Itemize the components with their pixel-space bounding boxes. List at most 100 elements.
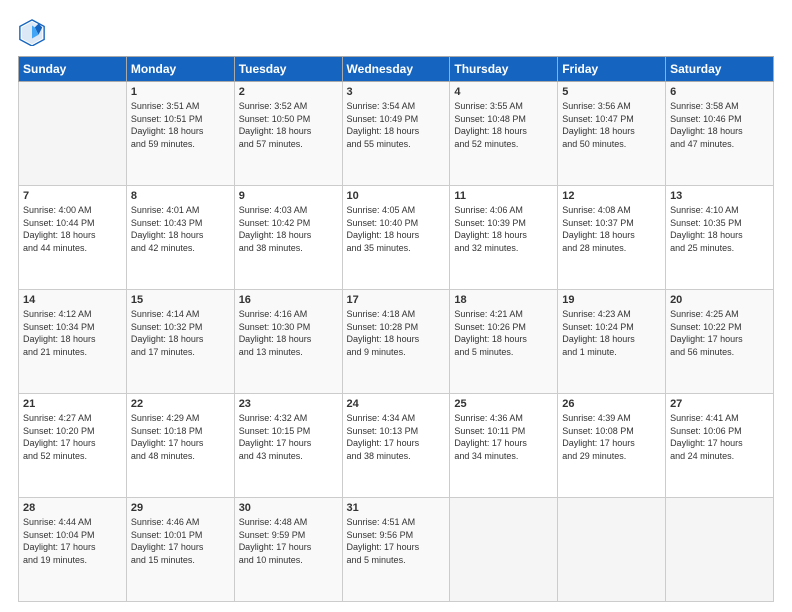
day-number: 23 bbox=[239, 398, 338, 410]
day-number: 21 bbox=[23, 398, 122, 410]
calendar-cell: 29 Sunrise: 4:46 AM Sunset: 10:01 PM Dayl… bbox=[126, 498, 234, 602]
calendar-cell: 12 Sunrise: 4:08 AM Sunset: 10:37 PM Dayl… bbox=[558, 186, 666, 290]
day-number: 29 bbox=[131, 502, 230, 514]
calendar-cell: 6 Sunrise: 3:58 AM Sunset: 10:46 PM Dayli… bbox=[666, 82, 774, 186]
calendar-cell bbox=[666, 498, 774, 602]
day-info: Sunrise: 4:12 AM Sunset: 10:34 PM Daylig… bbox=[23, 308, 122, 358]
calendar-cell: 25Sunrise: 4:36 AM Sunset: 10:11 PM Dayl… bbox=[450, 394, 558, 498]
calendar-cell: 24 Sunrise: 4:34 AM Sunset: 10:13 PM Dayl… bbox=[342, 394, 450, 498]
calendar-cell: 28 Sunrise: 4:44 AM Sunset: 10:04 PM Dayl… bbox=[19, 498, 127, 602]
day-number: 20 bbox=[670, 294, 769, 306]
calendar-cell: 21Sunrise: 4:27 AM Sunset: 10:20 PM Dayl… bbox=[19, 394, 127, 498]
day-header-saturday: Saturday bbox=[666, 57, 774, 82]
day-header-friday: Friday bbox=[558, 57, 666, 82]
calendar-cell: 18Sunrise: 4:21 AM Sunset: 10:26 PM Dayl… bbox=[450, 290, 558, 394]
day-number: 22 bbox=[131, 398, 230, 410]
day-header-wednesday: Wednesday bbox=[342, 57, 450, 82]
day-header-thursday: Thursday bbox=[450, 57, 558, 82]
day-number: 4 bbox=[454, 86, 553, 98]
day-number: 14 bbox=[23, 294, 122, 306]
calendar-cell: 23 Sunrise: 4:32 AM Sunset: 10:15 PM Dayl… bbox=[234, 394, 342, 498]
day-info: Sunrise: 3:58 AM Sunset: 10:46 PM Daylig… bbox=[670, 100, 769, 150]
day-header-tuesday: Tuesday bbox=[234, 57, 342, 82]
day-info: Sunrise: 3:52 AM Sunset: 10:50 PM Daylig… bbox=[239, 100, 338, 150]
day-info: Sunrise: 4:08 AM Sunset: 10:37 PM Daylig… bbox=[562, 204, 661, 254]
day-info: Sunrise: 4:48 AM Sunset: 9:59 PM Dayligh… bbox=[239, 516, 338, 566]
day-number: 3 bbox=[347, 86, 446, 98]
day-header-sunday: Sunday bbox=[19, 57, 127, 82]
day-info: Sunrise: 3:54 AM Sunset: 10:49 PM Daylig… bbox=[347, 100, 446, 150]
calendar-cell: 17Sunrise: 4:18 AM Sunset: 10:28 PM Dayl… bbox=[342, 290, 450, 394]
day-number: 16 bbox=[239, 294, 338, 306]
day-info: Sunrise: 4:46 AM Sunset: 10:01 PM Daylig… bbox=[131, 516, 230, 566]
calendar-body: 1 Sunrise: 3:51 AM Sunset: 10:51 PM Dayli… bbox=[19, 82, 774, 602]
day-info: Sunrise: 4:51 AM Sunset: 9:56 PM Dayligh… bbox=[347, 516, 446, 566]
logo-icon bbox=[18, 18, 46, 46]
day-info: Sunrise: 3:55 AM Sunset: 10:48 PM Daylig… bbox=[454, 100, 553, 150]
day-number: 24 bbox=[347, 398, 446, 410]
calendar-cell: 10Sunrise: 4:05 AM Sunset: 10:40 PM Dayl… bbox=[342, 186, 450, 290]
day-number: 11 bbox=[454, 190, 553, 202]
day-number: 15 bbox=[131, 294, 230, 306]
calendar-cell: 31 Sunrise: 4:51 AM Sunset: 9:56 PM Dayli… bbox=[342, 498, 450, 602]
day-info: Sunrise: 4:23 AM Sunset: 10:24 PM Daylig… bbox=[562, 308, 661, 358]
day-number: 31 bbox=[347, 502, 446, 514]
calendar-cell: 2 Sunrise: 3:52 AM Sunset: 10:50 PM Dayli… bbox=[234, 82, 342, 186]
calendar-cell: 9 Sunrise: 4:03 AM Sunset: 10:42 PM Dayli… bbox=[234, 186, 342, 290]
calendar-cell bbox=[558, 498, 666, 602]
day-info: Sunrise: 3:51 AM Sunset: 10:51 PM Daylig… bbox=[131, 100, 230, 150]
day-number: 2 bbox=[239, 86, 338, 98]
calendar-cell: 16 Sunrise: 4:16 AM Sunset: 10:30 PM Dayl… bbox=[234, 290, 342, 394]
day-info: Sunrise: 4:32 AM Sunset: 10:15 PM Daylig… bbox=[239, 412, 338, 462]
calendar-cell: 27 Sunrise: 4:41 AM Sunset: 10:06 PM Dayl… bbox=[666, 394, 774, 498]
day-info: Sunrise: 4:34 AM Sunset: 10:13 PM Daylig… bbox=[347, 412, 446, 462]
day-info: Sunrise: 4:06 AM Sunset: 10:39 PM Daylig… bbox=[454, 204, 553, 254]
calendar-cell: 30 Sunrise: 4:48 AM Sunset: 9:59 PM Dayli… bbox=[234, 498, 342, 602]
page: SundayMondayTuesdayWednesdayThursdayFrid… bbox=[0, 0, 792, 612]
calendar-cell: 11 Sunrise: 4:06 AM Sunset: 10:39 PM Dayl… bbox=[450, 186, 558, 290]
calendar-cell bbox=[19, 82, 127, 186]
calendar-cell: 22 Sunrise: 4:29 AM Sunset: 10:18 PM Dayl… bbox=[126, 394, 234, 498]
day-number: 28 bbox=[23, 502, 122, 514]
day-number: 12 bbox=[562, 190, 661, 202]
day-info: Sunrise: 4:10 AM Sunset: 10:35 PM Daylig… bbox=[670, 204, 769, 254]
day-info: Sunrise: 4:41 AM Sunset: 10:06 PM Daylig… bbox=[670, 412, 769, 462]
calendar-cell: 14 Sunrise: 4:12 AM Sunset: 10:34 PM Dayl… bbox=[19, 290, 127, 394]
header bbox=[18, 18, 774, 46]
calendar-cell: 3 Sunrise: 3:54 AM Sunset: 10:49 PM Dayli… bbox=[342, 82, 450, 186]
day-info: Sunrise: 4:01 AM Sunset: 10:43 PM Daylig… bbox=[131, 204, 230, 254]
day-info: Sunrise: 4:36 AM Sunset: 10:11 PM Daylig… bbox=[454, 412, 553, 462]
day-number: 6 bbox=[670, 86, 769, 98]
calendar-week-3: 14 Sunrise: 4:12 AM Sunset: 10:34 PM Dayl… bbox=[19, 290, 774, 394]
calendar-cell: 4 Sunrise: 3:55 AM Sunset: 10:48 PM Dayli… bbox=[450, 82, 558, 186]
day-number: 26 bbox=[562, 398, 661, 410]
day-number: 30 bbox=[239, 502, 338, 514]
day-info: Sunrise: 4:44 AM Sunset: 10:04 PM Daylig… bbox=[23, 516, 122, 566]
logo bbox=[18, 18, 50, 46]
calendar-cell: 15 Sunrise: 4:14 AM Sunset: 10:32 PM Dayl… bbox=[126, 290, 234, 394]
day-info: Sunrise: 4:16 AM Sunset: 10:30 PM Daylig… bbox=[239, 308, 338, 358]
day-info: Sunrise: 3:56 AM Sunset: 10:47 PM Daylig… bbox=[562, 100, 661, 150]
day-info: Sunrise: 4:14 AM Sunset: 10:32 PM Daylig… bbox=[131, 308, 230, 358]
day-number: 7 bbox=[23, 190, 122, 202]
day-number: 9 bbox=[239, 190, 338, 202]
day-number: 8 bbox=[131, 190, 230, 202]
day-number: 19 bbox=[562, 294, 661, 306]
day-number: 1 bbox=[131, 86, 230, 98]
day-number: 27 bbox=[670, 398, 769, 410]
day-info: Sunrise: 4:29 AM Sunset: 10:18 PM Daylig… bbox=[131, 412, 230, 462]
day-number: 17 bbox=[347, 294, 446, 306]
calendar-week-2: 7Sunrise: 4:00 AM Sunset: 10:44 PM Dayli… bbox=[19, 186, 774, 290]
calendar-week-4: 21Sunrise: 4:27 AM Sunset: 10:20 PM Dayl… bbox=[19, 394, 774, 498]
day-info: Sunrise: 4:03 AM Sunset: 10:42 PM Daylig… bbox=[239, 204, 338, 254]
day-number: 5 bbox=[562, 86, 661, 98]
day-info: Sunrise: 4:39 AM Sunset: 10:08 PM Daylig… bbox=[562, 412, 661, 462]
day-info: Sunrise: 4:05 AM Sunset: 10:40 PM Daylig… bbox=[347, 204, 446, 254]
day-number: 13 bbox=[670, 190, 769, 202]
day-info: Sunrise: 4:25 AM Sunset: 10:22 PM Daylig… bbox=[670, 308, 769, 358]
calendar-cell: 8 Sunrise: 4:01 AM Sunset: 10:43 PM Dayli… bbox=[126, 186, 234, 290]
calendar-cell: 7Sunrise: 4:00 AM Sunset: 10:44 PM Dayli… bbox=[19, 186, 127, 290]
calendar-cell: 5 Sunrise: 3:56 AM Sunset: 10:47 PM Dayli… bbox=[558, 82, 666, 186]
calendar-table: SundayMondayTuesdayWednesdayThursdayFrid… bbox=[18, 56, 774, 602]
calendar-cell: 19 Sunrise: 4:23 AM Sunset: 10:24 PM Dayl… bbox=[558, 290, 666, 394]
